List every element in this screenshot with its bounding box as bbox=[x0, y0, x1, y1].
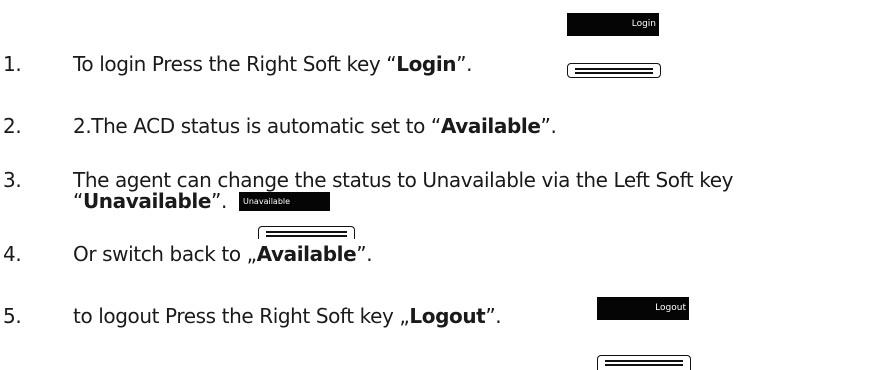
step-text-1-after: ”. bbox=[456, 52, 473, 76]
softkey-label-login: Login bbox=[567, 13, 662, 36]
step-number-5: 5. bbox=[3, 304, 22, 328]
step-text-4-after: ”. bbox=[356, 242, 373, 266]
step-text-3-after: ”. bbox=[211, 189, 227, 213]
step-text-5-after: ”. bbox=[485, 304, 502, 328]
right-softkey-button-login[interactable] bbox=[567, 63, 661, 78]
step-number-1: 1. bbox=[3, 52, 22, 76]
step-text-4-before: Or switch back to „ bbox=[73, 242, 257, 266]
softkey-label-login-text: Login bbox=[631, 19, 656, 29]
step-text-4-bold: Available bbox=[256, 242, 357, 266]
step-text-1: To login Press the Right Soft key “Login… bbox=[73, 52, 472, 76]
step-text-2-bold: Available bbox=[440, 114, 541, 138]
step-number-4: 4. bbox=[3, 242, 22, 266]
step-number-2: 2. bbox=[3, 114, 22, 138]
softkey-label-edge bbox=[658, 13, 662, 36]
right-softkey-button-logout[interactable] bbox=[597, 355, 691, 370]
step-text-4: Or switch back to „Available”. bbox=[73, 242, 373, 266]
step-text-3-line2: “Unavailable”. bbox=[73, 189, 227, 213]
softkey-label-edge bbox=[236, 192, 240, 211]
step-text-5-bold: Logout bbox=[409, 304, 486, 328]
softkey-line bbox=[266, 231, 347, 233]
softkey-line bbox=[605, 360, 683, 362]
step-text-1-bold: Login bbox=[396, 52, 457, 76]
softkey-line bbox=[605, 364, 683, 366]
step-text-2-after: ”. bbox=[540, 114, 557, 138]
step-number-3: 3. bbox=[3, 168, 22, 192]
softkey-label-unavailable: Unavailable bbox=[236, 192, 330, 211]
softkey-line bbox=[575, 72, 653, 74]
step-text-1-before: To login Press the Right Soft key “ bbox=[73, 52, 397, 76]
step-text-2-before: 2.The ACD status is automatic set to “ bbox=[73, 114, 441, 138]
softkey-label-unavailable-text: Unavailable bbox=[243, 197, 291, 206]
softkey-label-edge bbox=[688, 297, 692, 320]
step-text-5: to logout Press the Right Soft key „Logo… bbox=[73, 304, 502, 328]
softkey-line bbox=[575, 68, 653, 70]
step-text-3-before: “ bbox=[73, 189, 83, 213]
step-text-5-before: to logout Press the Right Soft key „ bbox=[73, 304, 410, 328]
softkey-label-logout: Logout bbox=[597, 297, 692, 320]
step-text-2: 2.The ACD status is automatic set to “Av… bbox=[73, 114, 557, 138]
softkey-line bbox=[266, 235, 347, 237]
step-text-3-bold: Unavailable bbox=[82, 189, 212, 213]
softkey-label-logout-text: Logout bbox=[655, 303, 686, 313]
left-softkey-button-unavailable[interactable] bbox=[258, 226, 355, 239]
